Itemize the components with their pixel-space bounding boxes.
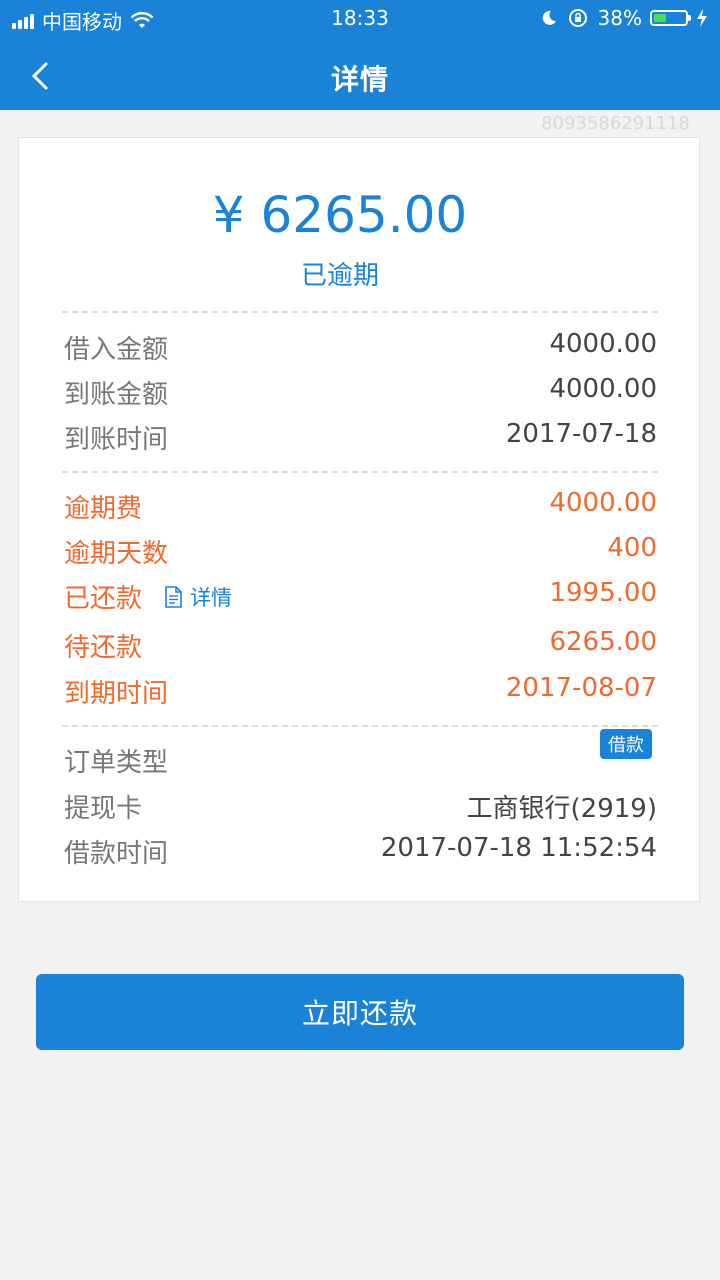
row-withdraw-card: 提现卡 工商银行(2919) xyxy=(64,788,657,828)
divider xyxy=(62,471,658,473)
row-overdue-fee: 逾期费 4000.00 xyxy=(64,488,657,528)
row-label: 已还款 xyxy=(64,584,143,614)
order-type-tag: 借款 xyxy=(600,729,652,759)
row-value: 4000.00 xyxy=(549,329,657,359)
divider xyxy=(62,725,658,727)
rotation-lock-icon xyxy=(568,9,587,27)
row-label: 提现卡 xyxy=(64,794,143,824)
row-value: 2017-07-18 xyxy=(505,419,657,449)
row-received-time: 到账时间 2017-07-18 xyxy=(64,419,657,459)
row-borrowed-amount: 借入金额 4000.00 xyxy=(64,329,657,369)
row-label: 到账时间 xyxy=(64,425,169,455)
row-value: 4000.00 xyxy=(549,374,657,404)
detail-link-label: 详情 xyxy=(190,586,232,610)
row-label: 到期时间 xyxy=(64,679,169,709)
row-value: 400 xyxy=(607,533,657,563)
nav-bar: 详情 xyxy=(0,44,720,108)
row-value: 1995.00 xyxy=(549,578,657,608)
row-label: 借入金额 xyxy=(64,335,169,365)
row-label: 逾期天数 xyxy=(64,539,169,569)
row-overdue-days: 逾期天数 400 xyxy=(64,533,657,573)
row-loan-time: 借款时间 2017-07-18 11:52:54 xyxy=(64,833,657,873)
moon-icon xyxy=(542,10,556,25)
loan-status: 已逾期 xyxy=(300,261,379,291)
repaid-detail-link[interactable]: 详情 xyxy=(164,582,232,612)
page-title: 详情 xyxy=(330,63,389,96)
row-due-date: 到期时间 2017-08-07 xyxy=(64,673,657,713)
battery-icon xyxy=(650,10,691,26)
row-value: 2017-07-18 11:52:54 xyxy=(380,833,657,863)
document-icon xyxy=(165,586,182,608)
row-received-amount: 到账金额 4000.00 xyxy=(64,374,657,414)
row-value: 2017-08-07 xyxy=(505,673,657,703)
repay-now-button[interactable]: 立即还款 xyxy=(36,974,684,1050)
charging-icon xyxy=(697,9,707,27)
divider xyxy=(62,311,658,313)
row-value: 6265.00 xyxy=(549,627,657,657)
row-label: 到账金额 xyxy=(64,380,169,410)
row-label: 订单类型 xyxy=(64,748,169,778)
battery-percent: 38% xyxy=(597,6,642,30)
status-bar: 中国移动 18:33 38% xyxy=(0,0,720,38)
top-bar: 中国移动 18:33 38% 详情 xyxy=(0,0,720,110)
row-pending: 待还款 6265.00 xyxy=(64,627,657,667)
row-repaid: 已还款 详情 1995.00 xyxy=(64,578,657,618)
row-label: 待还款 xyxy=(64,633,143,663)
total-amount: ¥ 6265.00 xyxy=(212,186,468,244)
row-order-type: 订单类型 借款 xyxy=(64,729,657,782)
order-id: 8093586291118 xyxy=(541,113,690,134)
row-label: 逾期费 xyxy=(64,494,143,524)
row-value: 工商银行(2919) xyxy=(466,794,657,824)
row-label: 借款时间 xyxy=(64,839,169,869)
row-value: 4000.00 xyxy=(549,488,657,518)
